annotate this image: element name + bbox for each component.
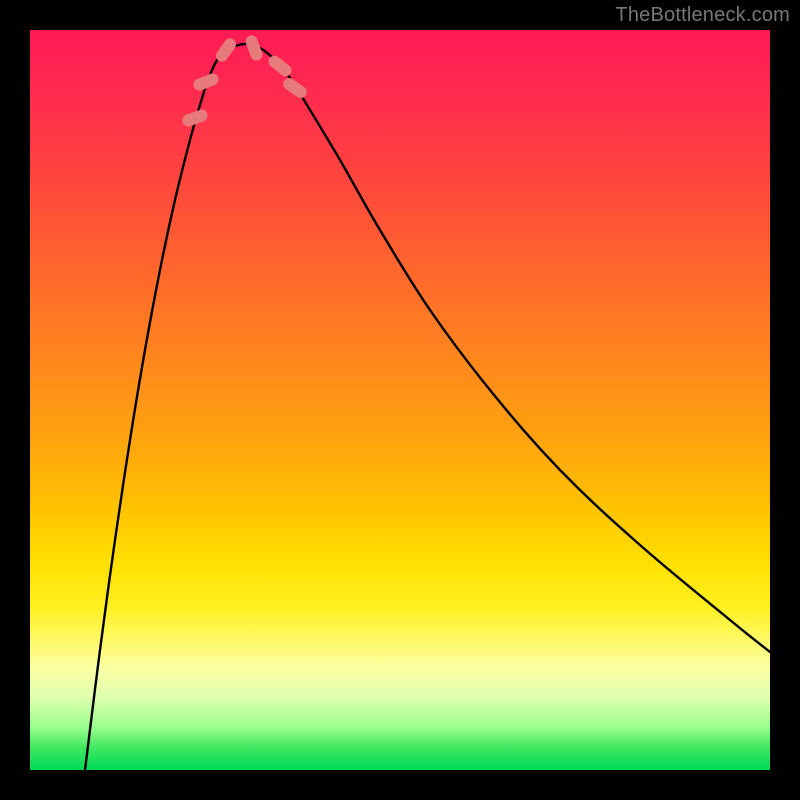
- watermark-text: TheBottleneck.com: [615, 4, 790, 27]
- bottleneck-curve: [85, 44, 770, 770]
- curve-markers: [181, 34, 309, 128]
- plot-area: [30, 30, 770, 770]
- marker-right-upper: [281, 76, 309, 101]
- curve-layer: [30, 30, 770, 770]
